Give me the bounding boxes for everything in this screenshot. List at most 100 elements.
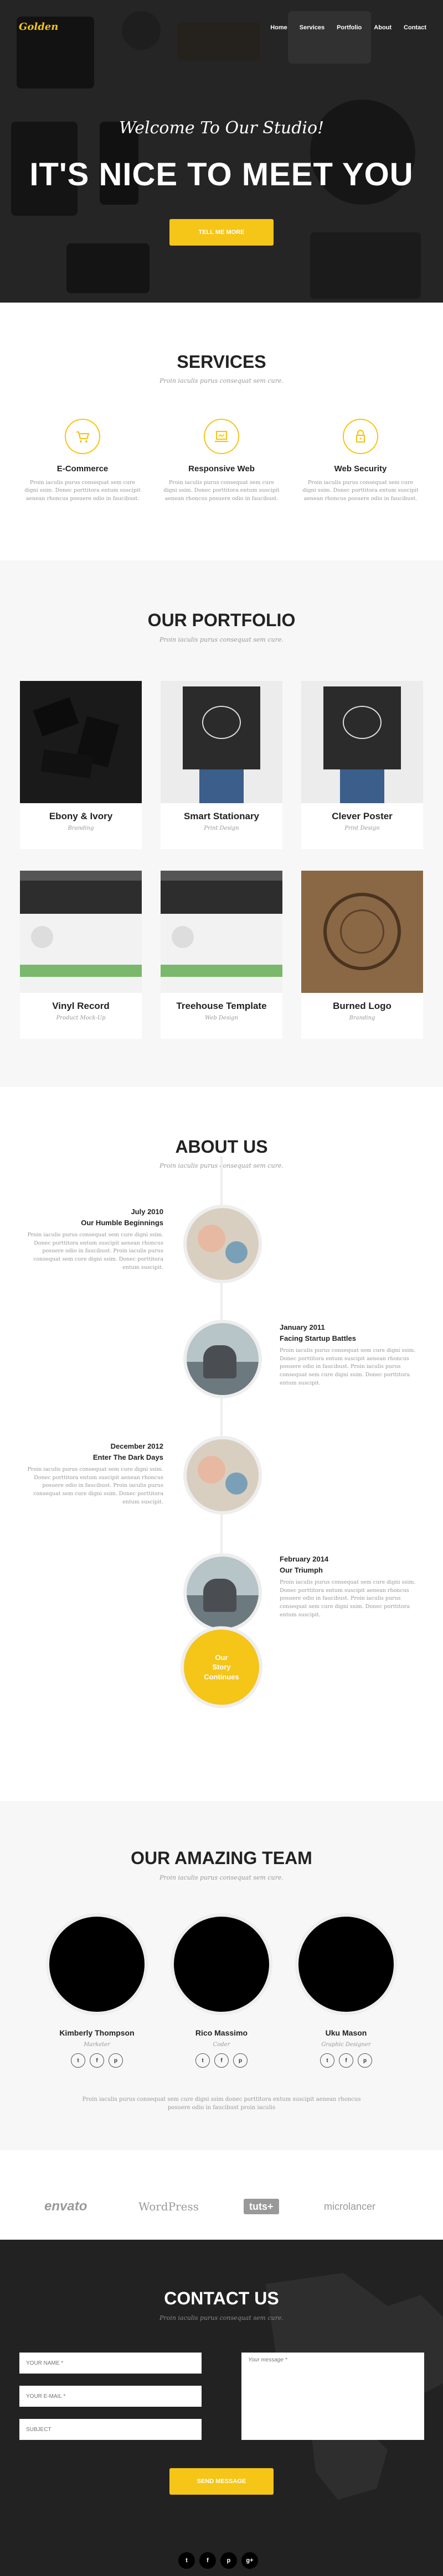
timeline-item-2: January 2011 Facing Startup Battles Proi…: [280, 1323, 424, 1388]
timeline-date: December 2012: [110, 1442, 163, 1450]
portfolio-item-category: Web Design: [204, 1015, 239, 1021]
story-line-2: Story: [212, 1663, 231, 1672]
client-logo-wordpress[interactable]: WordPress: [138, 2199, 199, 2214]
portfolio-item-category: Print Design: [344, 825, 380, 831]
portfolio-image: [301, 871, 423, 993]
team-member-uku: Uku Mason Graphic Designer t f p: [288, 1913, 404, 2068]
facebook-icon[interactable]: f: [90, 2053, 104, 2068]
portfolio-image: [301, 681, 423, 803]
portfolio-item-title: Clever Poster: [332, 811, 393, 821]
timeline-item-4: February 2014 Our Triumph Proin iaculis …: [280, 1555, 424, 1620]
brand-logo[interactable]: Golden: [19, 21, 58, 33]
nav-services[interactable]: Services: [300, 24, 324, 31]
service-ecommerce: E-Commerce Proin iaculis purus consequat…: [24, 419, 141, 503]
portfolio-item-burned-logo[interactable]: Burned Logo Branding: [301, 871, 423, 1039]
timeline-date: January 2011: [280, 1323, 325, 1331]
facebook-icon[interactable]: f: [214, 2053, 229, 2068]
email-input[interactable]: [19, 2386, 202, 2407]
portfolio-title: OUR PORTFOLIO: [147, 610, 296, 630]
service-responsive-web: Responsive Web Proin iaculis purus conse…: [163, 419, 280, 503]
nav-about[interactable]: About: [374, 24, 392, 31]
service-title: Responsive Web: [188, 464, 255, 473]
tell-me-more-button[interactable]: TELL ME MORE: [169, 219, 274, 246]
avatar: [46, 1913, 148, 2015]
avatar: [171, 1913, 272, 2015]
client-logo-microlancer[interactable]: microlancer: [324, 2199, 375, 2214]
timeline-image-3: [183, 1436, 262, 1515]
services-subtitle: Proin iaculis purus consequat sem cure.: [159, 377, 284, 384]
pinterest-icon[interactable]: p: [233, 2053, 248, 2068]
service-text: Proin iaculis purus consequat sem cure d…: [163, 480, 280, 502]
portfolio-item-category: Print Design: [204, 825, 239, 831]
twitter-icon[interactable]: t: [71, 2053, 85, 2068]
timeline-date: February 2014: [280, 1555, 329, 1563]
twitter-icon[interactable]: t: [178, 2552, 195, 2569]
subject-input[interactable]: [19, 2419, 202, 2440]
portfolio-item-ebony-ivory[interactable]: Ebony & Ivory Branding: [20, 681, 142, 849]
timeline-text: Proin iaculis purus consequat sem cure d…: [280, 1579, 416, 1618]
team-member-kimberly: Kimberly Thompson Marketer t f p: [39, 1913, 155, 2068]
team-subtitle: Proin iaculis purus consequat sem cure.: [159, 1874, 284, 1881]
footer-social: t f p g+: [178, 2552, 258, 2569]
portfolio-item-category: Branding: [68, 825, 94, 831]
service-web-security: Web Security Proin iaculis purus consequ…: [302, 419, 419, 503]
portfolio-image: [161, 871, 282, 993]
nav-home[interactable]: Home: [270, 24, 287, 31]
timeline-text: Proin iaculis purus consequat sem cure d…: [280, 1347, 416, 1386]
story-line-1: Our: [215, 1653, 228, 1662]
contact-title: CONTACT US: [164, 2288, 279, 2308]
service-title: Web Security: [334, 464, 387, 473]
name-input[interactable]: [19, 2353, 202, 2374]
member-name: Kimberly Thompson: [59, 2028, 135, 2037]
timeline-image-2: [183, 1320, 262, 1398]
message-textarea[interactable]: [241, 2353, 424, 2440]
story-line-3: Continues: [204, 1672, 239, 1681]
client-logo-tuts[interactable]: tuts+: [244, 2199, 279, 2214]
timeline-title: Facing Startup Battles: [280, 1334, 356, 1342]
services-title: SERVICES: [177, 352, 266, 372]
portfolio-subtitle: Proin iaculis purus consequat sem cure.: [159, 636, 284, 643]
member-name: Rico Massimo: [195, 2028, 248, 2037]
member-role: Marketer: [84, 2042, 110, 2048]
lock-icon: [343, 419, 378, 454]
pinterest-icon[interactable]: p: [358, 2053, 372, 2068]
hero-title: IT'S NICE TO MEET YOU: [29, 157, 414, 192]
team-title: OUR AMAZING TEAM: [131, 1848, 312, 1868]
pinterest-icon[interactable]: p: [220, 2552, 237, 2569]
facebook-icon[interactable]: f: [199, 2552, 216, 2569]
twitter-icon[interactable]: t: [195, 2053, 210, 2068]
timeline-title: Our Triumph: [280, 1566, 323, 1574]
google-plus-icon[interactable]: g+: [241, 2552, 258, 2569]
facebook-icon[interactable]: f: [339, 2053, 353, 2068]
service-text: Proin iaculis purus consequat sem cure d…: [302, 480, 419, 502]
nav-portfolio[interactable]: Portfolio: [337, 24, 362, 31]
our-story-continues-badge: Our Story Continues: [181, 1626, 262, 1708]
portfolio-item-title: Smart Stationary: [183, 811, 260, 821]
portfolio-item-title: Treehouse Template: [176, 1001, 267, 1011]
member-role: Graphic Designer: [321, 2042, 371, 2048]
contact-subtitle: Proin iaculis purus consequat sem cure.: [159, 2314, 284, 2322]
portfolio-item-smart-stationary[interactable]: Smart Stationary Print Design: [161, 681, 282, 849]
about-title: ABOUT US: [175, 1137, 268, 1157]
portfolio-item-title: Vinyl Record: [52, 1001, 110, 1011]
timeline-item-3: December 2012 Enter The Dark Days Proin …: [19, 1442, 163, 1507]
client-logo-envato[interactable]: envato: [44, 2199, 87, 2214]
timeline-image-1: [183, 1205, 262, 1283]
portfolio-image: [161, 681, 282, 803]
portfolio-item-treehouse-template[interactable]: Treehouse Template Web Design: [161, 871, 282, 1039]
top-navbar: Golden Home Services Portfolio About Con…: [0, 0, 443, 55]
nav-contact[interactable]: Contact: [404, 24, 426, 31]
send-message-button[interactable]: SEND MESSAGE: [169, 2468, 274, 2495]
pinterest-icon[interactable]: p: [109, 2053, 123, 2068]
timeline-image-4: [183, 1553, 262, 1632]
portfolio-item-clever-poster[interactable]: Clever Poster Print Design: [301, 681, 423, 849]
service-text: Proin iaculis purus consequat sem cure d…: [24, 480, 141, 502]
portfolio-item-vinyl-record[interactable]: Vinyl Record Product Mock-Up: [20, 871, 142, 1039]
timeline-title: Our Humble Beginnings: [81, 1219, 163, 1227]
timeline-date: July 2010: [131, 1208, 163, 1216]
twitter-icon[interactable]: t: [320, 2053, 334, 2068]
member-name: Uku Mason: [325, 2028, 367, 2037]
timeline-text: Proin iaculis purus consequat sem cure d…: [27, 1232, 163, 1271]
service-title: E-Commerce: [56, 464, 109, 473]
timeline-title: Enter The Dark Days: [92, 1453, 163, 1461]
